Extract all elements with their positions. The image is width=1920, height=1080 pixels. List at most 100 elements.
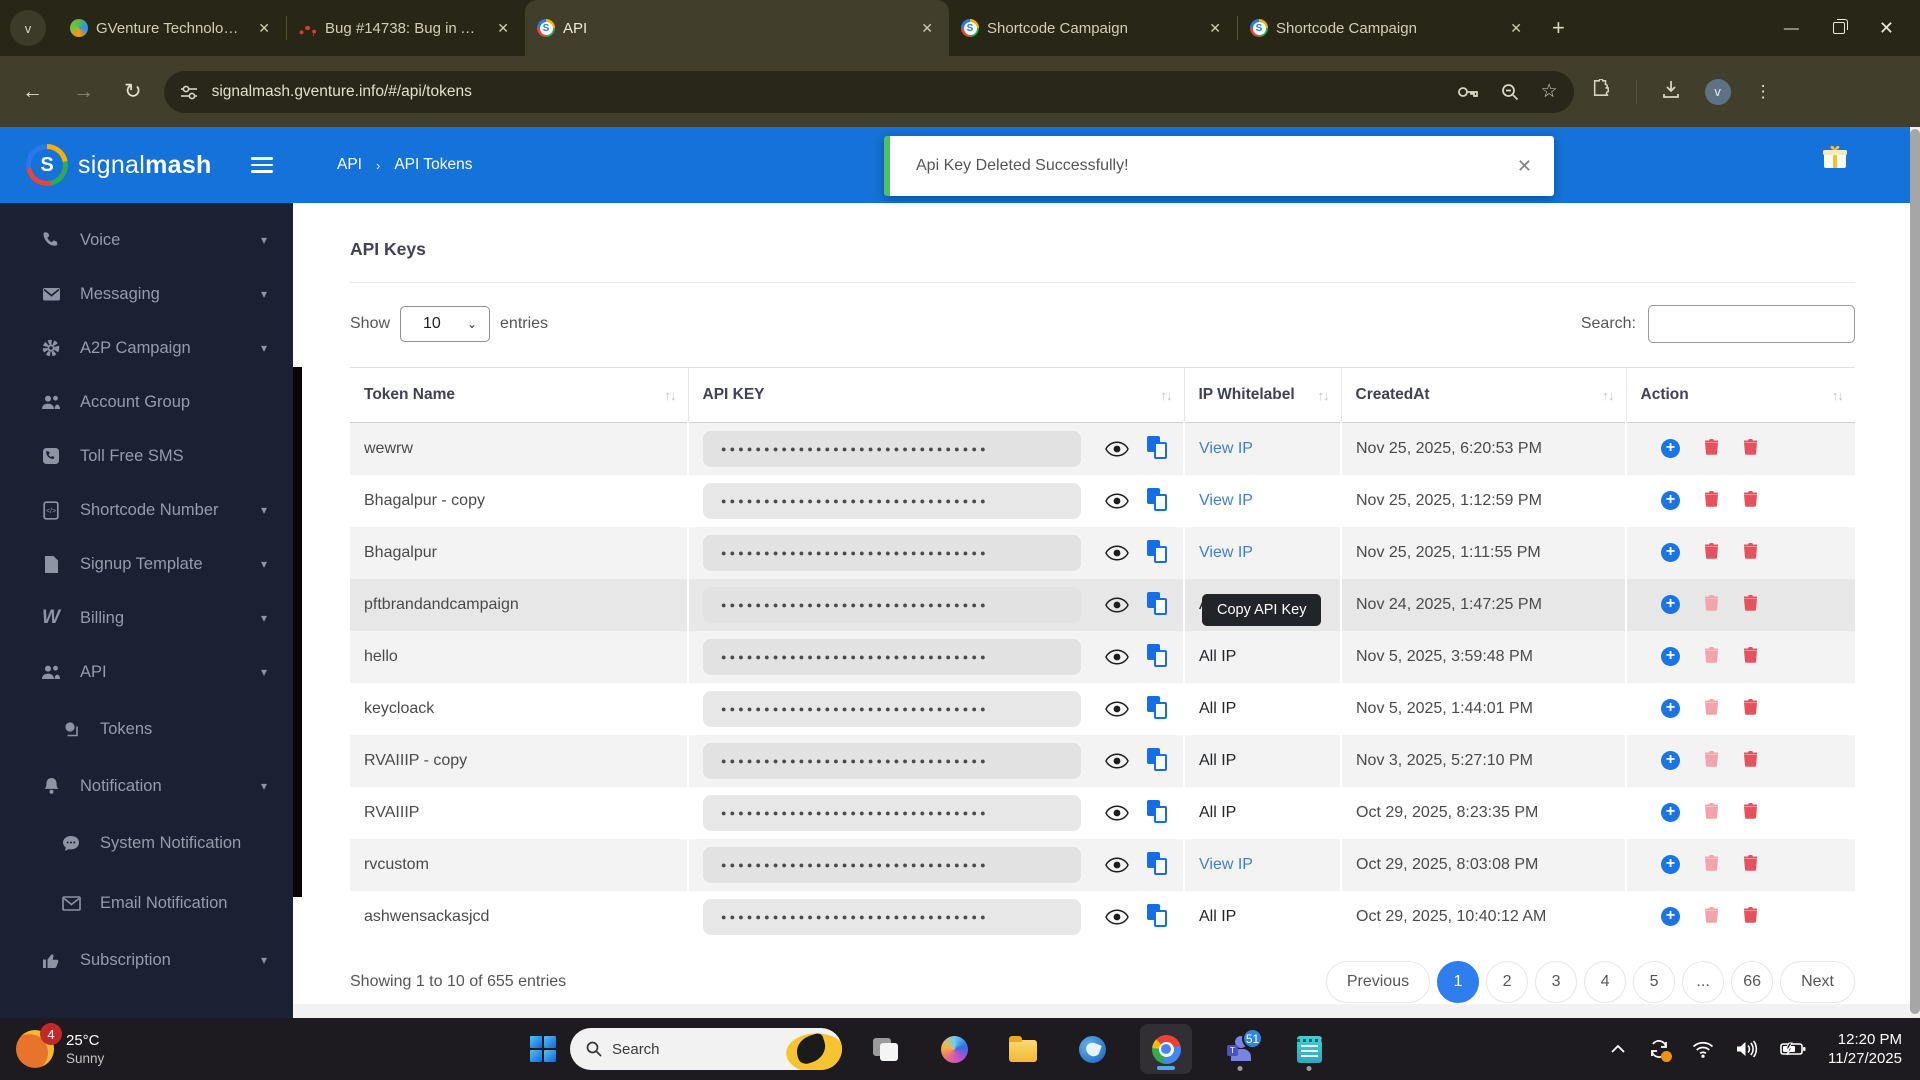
window-restore-button[interactable] xyxy=(1832,19,1848,34)
weather-widget[interactable]: 4 25°C Sunny xyxy=(0,1023,300,1068)
trash-icon[interactable] xyxy=(1704,542,1719,564)
trash-icon[interactable] xyxy=(1704,490,1719,512)
page-ellipsis[interactable]: ... xyxy=(1682,960,1725,1003)
trash-icon[interactable] xyxy=(1704,438,1719,460)
page-button-4[interactable]: 4 xyxy=(1584,960,1627,1003)
add-icon[interactable]: + xyxy=(1661,907,1680,926)
page-button-5[interactable]: 5 xyxy=(1633,960,1676,1003)
site-settings-icon[interactable] xyxy=(180,84,198,100)
page-size-select[interactable]: 10 ⌄ xyxy=(400,306,491,342)
view-ip-link[interactable]: View IP xyxy=(1199,492,1253,509)
wifi-icon[interactable] xyxy=(1692,1041,1714,1058)
thunderbird-icon[interactable] xyxy=(1071,1026,1113,1072)
copy-icon[interactable] xyxy=(1147,488,1171,513)
notepad-icon[interactable] xyxy=(1288,1026,1330,1072)
copy-icon[interactable] xyxy=(1147,592,1171,617)
task-view-icon[interactable] xyxy=(864,1026,906,1072)
menu-kebab-icon[interactable]: ⋮ xyxy=(1755,82,1772,102)
copy-icon[interactable] xyxy=(1147,696,1171,721)
reload-icon[interactable]: ↻ xyxy=(124,79,142,104)
page-button-66[interactable]: 66 xyxy=(1731,960,1774,1003)
sort-icon[interactable]: ↑↓ xyxy=(1161,388,1173,403)
tray-chevron-up-icon[interactable] xyxy=(1610,1044,1626,1054)
sidebar-item-toll-free-sms[interactable]: Toll Free SMS xyxy=(0,429,293,483)
hamburger-menu-icon[interactable] xyxy=(251,157,273,173)
breadcrumb-root[interactable]: API xyxy=(337,156,362,174)
trash-icon[interactable] xyxy=(1743,646,1758,668)
trash-icon[interactable] xyxy=(1743,906,1758,928)
eye-icon[interactable] xyxy=(1105,752,1129,769)
trash-icon[interactable] xyxy=(1704,698,1719,720)
sidebar-item-api[interactable]: API ▾ xyxy=(0,645,293,699)
col-ip-whitelabel[interactable]: IP Whitelabel ↑↓ xyxy=(1183,367,1341,423)
teams-icon[interactable]: T 51 xyxy=(1219,1026,1263,1072)
url-bar[interactable]: signalmash.gventure.info/#/api/tokens ☆ xyxy=(163,70,1574,113)
profile-avatar[interactable]: v xyxy=(1704,78,1731,105)
close-tab-icon[interactable]: ✕ xyxy=(915,18,939,39)
window-minimize-button[interactable]: — xyxy=(1784,20,1799,37)
page-scrollbar[interactable] xyxy=(1910,127,1920,1018)
search-input[interactable] xyxy=(1648,305,1855,343)
col-created-at[interactable]: CreatedAt ↑↓ xyxy=(1340,367,1626,423)
previous-page-button[interactable]: Previous xyxy=(1325,960,1431,1003)
col-api-key[interactable]: API KEY ↑↓ xyxy=(687,367,1184,423)
taskbar-clock[interactable]: 12:20 PM 11/27/2025 xyxy=(1828,1030,1902,1068)
view-ip-link[interactable]: View IP xyxy=(1199,544,1253,561)
sidebar-scrollbar[interactable] xyxy=(293,367,302,897)
sidebar-item-system-notification[interactable]: System Notification xyxy=(0,813,293,873)
sidebar-item-email-notification[interactable]: Email Notification xyxy=(0,873,293,933)
copy-icon[interactable] xyxy=(1147,852,1171,877)
new-tab-button[interactable]: + xyxy=(1538,15,1579,41)
trash-icon[interactable] xyxy=(1743,802,1758,824)
sidebar-item-voice[interactable]: Voice ▾ xyxy=(0,213,293,267)
view-ip-link[interactable]: View IP xyxy=(1199,440,1253,457)
page-button-1[interactable]: 1 xyxy=(1437,960,1480,1003)
toast-close-icon[interactable]: ✕ xyxy=(1517,156,1532,177)
copy-icon[interactable] xyxy=(1147,436,1171,461)
tab-list-chevron-icon[interactable]: v xyxy=(10,10,46,46)
trash-icon[interactable] xyxy=(1704,854,1719,876)
sidebar-item-shortcode-number[interactable]: </> Shortcode Number ▾ xyxy=(0,483,293,537)
page-button-2[interactable]: 2 xyxy=(1486,960,1529,1003)
file-explorer-icon[interactable] xyxy=(1002,1026,1044,1072)
add-icon[interactable]: + xyxy=(1661,699,1680,718)
add-icon[interactable]: + xyxy=(1661,751,1680,770)
trash-icon[interactable] xyxy=(1743,594,1758,616)
copy-icon[interactable] xyxy=(1147,904,1171,929)
eye-icon[interactable] xyxy=(1105,544,1129,561)
col-action[interactable]: Action ↑↓ xyxy=(1625,367,1855,423)
downloads-icon[interactable] xyxy=(1661,79,1681,104)
sort-icon[interactable]: ↑↓ xyxy=(1318,388,1330,403)
gift-icon[interactable] xyxy=(1822,145,1848,169)
sync-icon[interactable] xyxy=(1648,1038,1673,1062)
copy-icon[interactable] xyxy=(1147,540,1171,565)
close-tab-icon[interactable]: ✕ xyxy=(1203,18,1227,39)
add-icon[interactable]: + xyxy=(1661,647,1680,666)
add-icon[interactable]: + xyxy=(1661,803,1680,822)
eye-icon[interactable] xyxy=(1105,700,1129,717)
battery-icon[interactable] xyxy=(1780,1042,1806,1056)
sidebar-item-account-group[interactable]: Account Group xyxy=(0,375,293,429)
tab-bug[interactable]: Bug #14738: Bug in Acco ✕ xyxy=(287,8,525,48)
sidebar-item-signup-template[interactable]: Signup Template ▾ xyxy=(0,537,293,591)
zoom-out-icon[interactable] xyxy=(1501,83,1519,101)
bookmark-star-icon[interactable]: ☆ xyxy=(1541,80,1558,103)
trash-icon[interactable] xyxy=(1743,490,1758,512)
sidebar-item-notification[interactable]: Notification ▾ xyxy=(0,759,293,813)
password-key-icon[interactable] xyxy=(1457,85,1479,99)
taskbar-search[interactable]: Search xyxy=(570,1028,842,1070)
trash-icon[interactable] xyxy=(1743,750,1758,772)
trash-icon[interactable] xyxy=(1743,854,1758,876)
trash-icon[interactable] xyxy=(1704,906,1719,928)
extensions-icon[interactable] xyxy=(1592,78,1612,104)
add-icon[interactable]: + xyxy=(1661,491,1680,510)
tab-shortcode-2[interactable]: Shortcode Campaign ✕ xyxy=(1238,8,1538,48)
add-icon[interactable]: + xyxy=(1661,855,1680,874)
trash-icon[interactable] xyxy=(1743,698,1758,720)
url-text[interactable]: signalmash.gventure.info/#/api/tokens xyxy=(212,83,1435,101)
window-close-button[interactable]: ✕ xyxy=(1879,18,1894,39)
tab-api[interactable]: API ✕ xyxy=(525,0,949,56)
copy-icon[interactable] xyxy=(1147,748,1171,773)
trash-icon[interactable] xyxy=(1743,438,1758,460)
add-icon[interactable]: + xyxy=(1661,439,1680,459)
